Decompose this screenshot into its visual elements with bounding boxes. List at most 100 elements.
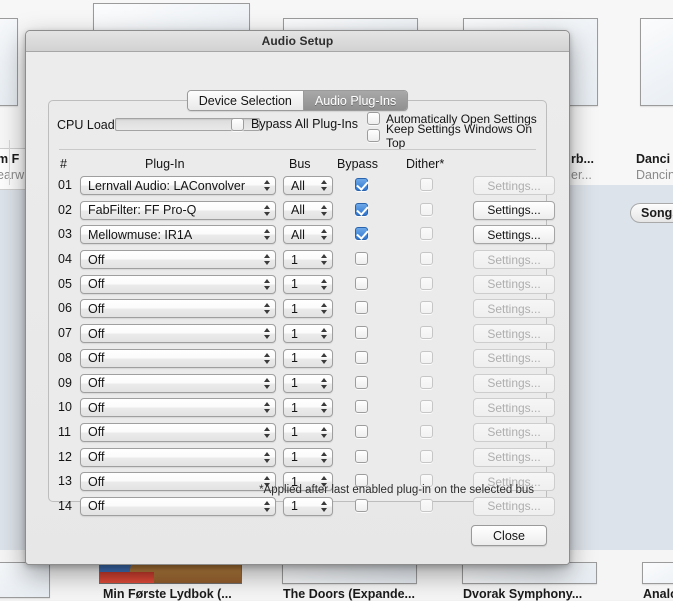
dither-checkbox[interactable]	[420, 203, 433, 216]
album-art-thumb[interactable]	[642, 562, 673, 584]
songs-filter-button[interactable]: Songs	[630, 203, 673, 223]
updown-arrows-icon	[260, 449, 275, 466]
settings-button[interactable]: Settings...	[473, 201, 555, 220]
dither-checkbox[interactable]	[420, 351, 433, 364]
bypass-checkbox[interactable]	[355, 400, 368, 413]
tab-audio-plug-ins[interactable]: Audio Plug-Ins	[303, 91, 407, 110]
close-button[interactable]: Close	[471, 525, 547, 546]
album-art-thumb[interactable]	[282, 562, 417, 584]
bypass-checkbox[interactable]	[355, 227, 368, 240]
album-art-thumb[interactable]	[0, 562, 50, 598]
plugin-select[interactable]: Off	[80, 324, 276, 343]
bus-select[interactable]: 1	[283, 324, 333, 343]
updown-arrows-icon	[260, 276, 275, 293]
plugin-select[interactable]: Off	[80, 448, 276, 467]
plugin-select[interactable]: Off	[80, 250, 276, 269]
plugin-select[interactable]: Off	[80, 374, 276, 393]
plugin-select[interactable]: FabFilter: FF Pro-Q	[80, 201, 276, 220]
bus-select[interactable]: All	[283, 201, 333, 220]
table-row: 07Off1Settings...	[49, 322, 546, 347]
bypass-checkbox[interactable]	[355, 178, 368, 191]
updown-arrows-icon	[260, 424, 275, 441]
dither-checkbox[interactable]	[420, 400, 433, 413]
bus-select-value: 1	[284, 499, 317, 513]
plugin-select-value: Mellowmuse: IR1A	[81, 228, 260, 242]
bus-select-value: 1	[284, 253, 317, 267]
table-row: 02FabFilter: FF Pro-QAllSettings...	[49, 199, 546, 224]
table-row: 01Lernvall Audio: LAConvolverAllSettings…	[49, 174, 546, 199]
dither-checkbox[interactable]	[420, 301, 433, 314]
auto-open-settings-checkbox[interactable]	[367, 112, 380, 125]
bypass-all-plugins-row[interactable]: Bypass All Plug-Ins	[231, 117, 358, 131]
plugin-select[interactable]: Off	[80, 472, 276, 491]
plugin-select[interactable]: Off	[80, 398, 276, 417]
dither-checkbox[interactable]	[420, 252, 433, 265]
album-art-thumb[interactable]	[0, 18, 18, 106]
bypass-checkbox[interactable]	[355, 326, 368, 339]
bus-select[interactable]: 1	[283, 275, 333, 294]
table-row: 06Off1Settings...	[49, 297, 546, 322]
settings-button[interactable]: Settings...	[473, 225, 555, 244]
bypass-checkbox[interactable]	[355, 450, 368, 463]
plugin-select[interactable]: Off	[80, 497, 276, 516]
dither-checkbox[interactable]	[420, 227, 433, 240]
column-header-bus: Bus	[289, 157, 311, 171]
plugin-select[interactable]: Mellowmuse: IR1A	[80, 225, 276, 244]
plugin-select-value: Off	[81, 401, 260, 415]
row-number: 10	[58, 400, 72, 414]
bus-select[interactable]: All	[283, 225, 333, 244]
bypass-checkbox[interactable]	[355, 203, 368, 216]
bypass-checkbox[interactable]	[355, 301, 368, 314]
album-label-bottom-2: The Doors (Expande...	[283, 587, 415, 601]
tab-device-selection[interactable]: Device Selection	[188, 91, 303, 110]
bypass-checkbox[interactable]	[355, 499, 368, 512]
plugin-select[interactable]: Off	[80, 275, 276, 294]
bus-select[interactable]: 1	[283, 497, 333, 516]
settings-button: Settings...	[473, 497, 555, 516]
bus-select[interactable]: 1	[283, 448, 333, 467]
bus-select[interactable]: 1	[283, 398, 333, 417]
table-row: 09Off1Settings...	[49, 372, 546, 397]
keep-windows-on-top-checkbox[interactable]	[367, 129, 380, 142]
options-column: Automatically Open Settings Keep Setting…	[367, 111, 546, 145]
updown-arrows-icon	[317, 498, 332, 515]
album-art-thumb[interactable]	[640, 18, 673, 106]
table-row: 03Mellowmuse: IR1AAllSettings...	[49, 223, 546, 248]
updown-arrows-icon	[260, 498, 275, 515]
dither-checkbox[interactable]	[420, 277, 433, 290]
bypass-checkbox[interactable]	[355, 425, 368, 438]
plugin-select[interactable]: Off	[80, 349, 276, 368]
bus-select[interactable]: 1	[283, 423, 333, 442]
bus-select[interactable]: All	[283, 176, 333, 195]
dither-checkbox[interactable]	[420, 178, 433, 191]
bus-select[interactable]: 1	[283, 250, 333, 269]
bus-select[interactable]: 1	[283, 299, 333, 318]
option-keep-windows-on-top[interactable]: Keep Settings Windows On Top	[367, 128, 546, 143]
row-number: 12	[58, 450, 72, 464]
bypass-all-checkbox[interactable]	[231, 118, 244, 131]
bypass-checkbox[interactable]	[355, 252, 368, 265]
dither-checkbox[interactable]	[420, 450, 433, 463]
dither-checkbox[interactable]	[420, 499, 433, 512]
dialog-titlebar[interactable]: Audio Setup	[26, 31, 569, 52]
dither-checkbox[interactable]	[420, 425, 433, 438]
updown-arrows-icon	[317, 350, 332, 367]
dither-checkbox[interactable]	[420, 376, 433, 389]
plugin-select[interactable]: Off	[80, 299, 276, 318]
bus-select[interactable]: 1	[283, 349, 333, 368]
album-label-bottom-3: Dvorak Symphony...	[463, 587, 582, 601]
plugin-select[interactable]: Lernvall Audio: LAConvolver	[80, 176, 276, 195]
bypass-checkbox[interactable]	[355, 277, 368, 290]
bus-select-value: All	[284, 228, 317, 242]
bypass-checkbox[interactable]	[355, 376, 368, 389]
dither-footnote: *Applied after last enabled plug-in on t…	[259, 484, 534, 496]
updown-arrows-icon	[260, 251, 275, 268]
album-art-thumb[interactable]	[462, 562, 597, 584]
bypass-checkbox[interactable]	[355, 351, 368, 364]
dither-checkbox[interactable]	[420, 326, 433, 339]
plugin-select[interactable]: Off	[80, 423, 276, 442]
settings-button: Settings...	[473, 275, 555, 294]
tab-strip: Device Selection Audio Plug-Ins	[187, 90, 408, 111]
bus-select[interactable]: 1	[283, 374, 333, 393]
table-row: 12Off1Settings...	[49, 446, 546, 471]
